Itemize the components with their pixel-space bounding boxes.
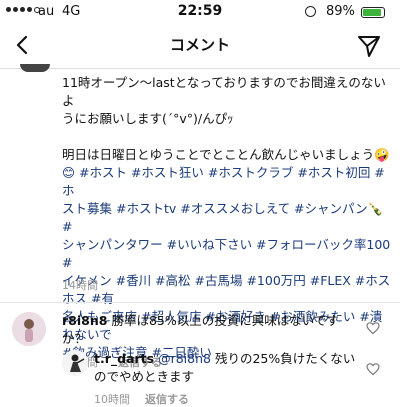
heart-icon[interactable] (366, 362, 380, 376)
comment-username[interactable]: r8i8n8 (62, 313, 107, 328)
comment-username[interactable]: t.r_darts (94, 351, 154, 366)
caption-hashtags[interactable]: スト募集 #ホストtv #オススメおしえて #シャンパン🍾 # (62, 200, 392, 236)
comment-text: か？ (62, 331, 88, 346)
divider (0, 302, 400, 303)
status-bar: au 4G 22:59 89% (0, 0, 400, 24)
battery-icon (361, 7, 385, 18)
avatar[interactable] (62, 350, 88, 376)
avatar-image (12, 312, 46, 346)
page-title: コメント (169, 36, 230, 54)
avatar[interactable] (12, 312, 46, 346)
comment-text: のでやめときます (94, 369, 195, 384)
caption-line: 11時オープン〜lastとなっておりますのでお間違えのないよ (62, 75, 386, 108)
avatar-image (62, 350, 88, 376)
comment-body: r8i8n8 勝率は85%以上の投資に興味はないです か？ (62, 312, 352, 348)
heart-icon[interactable] (366, 321, 380, 335)
comment-text: 残りの25%負けたくない (214, 351, 356, 366)
post-timestamp: 14時間 (62, 279, 98, 292)
reply-body: t.r_darts @r8i8n8 残りの25%負けたくない のでやめときます (94, 350, 364, 386)
caption-hashtags[interactable]: 😊 #ホスト #ホスト狂い #ホストクラブ #ホスト初回 #ホ (62, 164, 392, 200)
reply-button[interactable]: 返信する (145, 391, 189, 407)
send-icon[interactable] (356, 33, 382, 59)
orientation-lock-icon (305, 6, 316, 17)
comments-header: コメント (0, 24, 400, 69)
caption-hashtags[interactable]: シャンパンタワー #いいね下さい #フォローバック率100 # (62, 236, 392, 272)
mention-link[interactable]: @r8i8n8 (158, 351, 211, 366)
battery-fill (363, 9, 381, 16)
avatar[interactable] (20, 64, 50, 72)
battery-percent: 89% (326, 4, 355, 19)
comment-timestamp: 10時間 (94, 393, 130, 406)
caption-line: うにお願いします(´°v°)/んぴｯ (62, 111, 234, 126)
comment-text: 勝率は85%以上の投資に興味はないです (111, 313, 339, 328)
caption-line: 明日は日曜日とゆうことでとことん飲んじゃいましょう🤪 (62, 147, 390, 162)
